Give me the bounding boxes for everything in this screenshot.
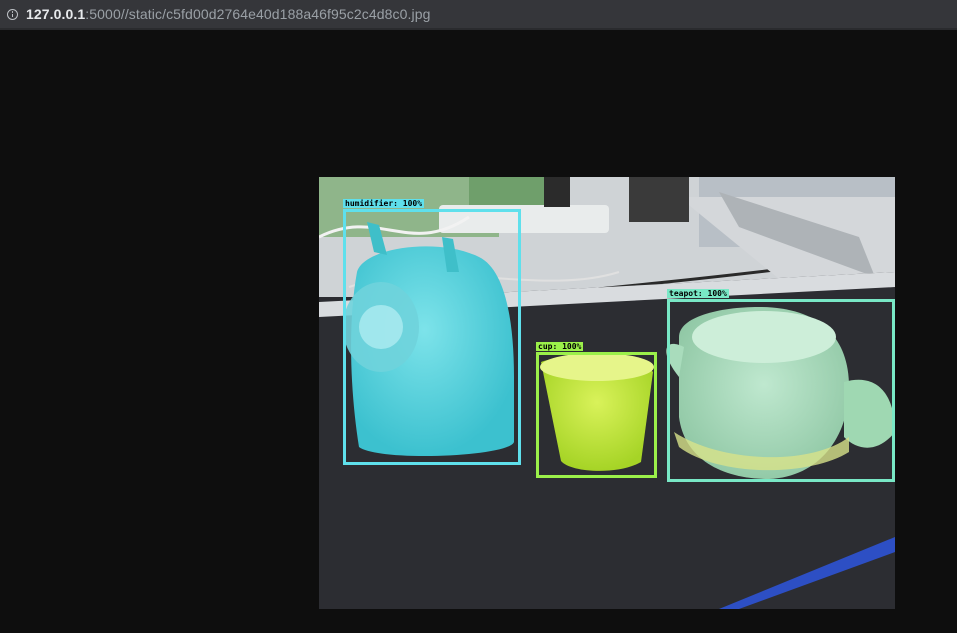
humidifier-detection-label: humidifier: 100%	[343, 199, 425, 208]
info-icon[interactable]	[7, 8, 18, 20]
url-path: :5000//static/c5fd00d2764e40d188a46f95c2…	[85, 6, 431, 22]
cup-detection-label: cup: 100%	[536, 342, 584, 351]
teapot-detection-label: teapot: 100%	[667, 289, 729, 298]
cup-detection-box	[536, 352, 657, 478]
teapot-detection-box	[667, 299, 895, 482]
address-bar[interactable]: 127.0.0.1:5000//static/c5fd00d2764e40d18…	[0, 0, 957, 30]
humidifier-detection-box	[343, 209, 521, 465]
detection-image: humidifier: 100% cup: 100% teapot: 100%	[319, 177, 895, 609]
url-text[interactable]: 127.0.0.1:5000//static/c5fd00d2764e40d18…	[26, 6, 430, 22]
url-host: 127.0.0.1	[26, 6, 86, 22]
